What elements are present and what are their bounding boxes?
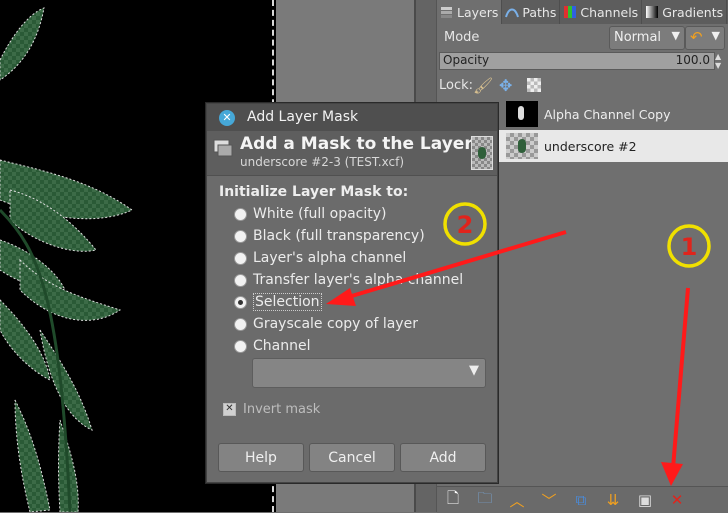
layers-icon (440, 5, 454, 19)
mode-reset-button[interactable]: ↶ ▼ (685, 26, 725, 50)
channels-icon (563, 5, 577, 19)
add-layer-mask-dialog: ✕ Add Layer Mask Add a Mask to the Layer… (206, 103, 498, 483)
merge-down-icon[interactable]: ⇊ (597, 489, 629, 511)
option-selection[interactable]: Selection (234, 291, 322, 313)
option-label: Transfer layer's alpha channel (253, 272, 464, 288)
tab-layers[interactable]: Layers (437, 0, 503, 24)
raise-layer-icon[interactable]: ︿ (501, 489, 533, 511)
layer-row-alpha-channel-copy[interactable]: Alpha Channel Copy (496, 98, 728, 130)
undo-icon: ↶ (690, 28, 703, 46)
radio-white[interactable] (234, 207, 247, 221)
layer-name: underscore #2 (544, 138, 637, 154)
dialog-heading: Add a Mask to the Layer (240, 134, 473, 154)
cancel-button[interactable]: Cancel (309, 443, 395, 472)
lock-row: Lock: 🖌 ✥ (437, 74, 728, 98)
close-icon[interactable]: ✕ (219, 110, 235, 126)
lock-alpha-icon[interactable] (527, 78, 541, 92)
layer-preview-thumbnail (471, 136, 493, 170)
dialog-title: Add Layer Mask (247, 109, 359, 125)
channel-select[interactable]: ▼ (252, 358, 486, 388)
lock-pixels-icon[interactable]: 🖌 (473, 76, 493, 95)
opacity-spinner[interactable]: ▲ ▼ (715, 52, 725, 70)
help-button[interactable]: Help (218, 443, 304, 472)
mode-value: Normal (614, 30, 662, 45)
option-label: Layer's alpha channel (253, 250, 407, 266)
new-layer-icon[interactable]: 🗋 (437, 489, 469, 511)
chevron-down-icon: ▼ (711, 29, 720, 42)
tab-channels[interactable]: Channels (560, 0, 643, 24)
dialog-titlebar[interactable]: ✕ Add Layer Mask (207, 104, 497, 131)
add-button[interactable]: Add (400, 443, 486, 472)
opacity-value: 100.0 (675, 53, 710, 67)
layer-thumbnail (506, 101, 538, 127)
option-black[interactable]: Black (full transparency) (234, 225, 425, 247)
option-grayscale[interactable]: Grayscale copy of layer (234, 313, 418, 335)
dock-tabs: Layers Paths Channels Gradients (437, 0, 728, 24)
layers-list: Alpha Channel Copy underscore #2 (496, 98, 728, 162)
duplicate-layer-icon[interactable]: ⧉ (565, 489, 597, 511)
invert-mask-toggle[interactable]: ✕ Invert mask (223, 400, 320, 418)
option-white[interactable]: White (full opacity) (234, 203, 387, 225)
radio-channel[interactable] (234, 339, 247, 353)
chevron-down-icon: ▼ (469, 363, 479, 378)
lower-layer-icon[interactable]: ﹀ (533, 489, 565, 511)
radio-grayscale[interactable] (234, 317, 247, 331)
add-mask-icon[interactable]: ▣ (629, 489, 661, 511)
radio-transfer-alpha[interactable] (234, 273, 247, 287)
layer-name: Alpha Channel Copy (544, 106, 671, 122)
option-channel[interactable]: Channel (234, 335, 310, 357)
option-label: Grayscale copy of layer (253, 316, 418, 332)
lock-label: Lock: (439, 78, 474, 93)
dialog-header: Add a Mask to the Layer underscore #2-3 … (207, 131, 497, 176)
layer-thumbnail (506, 133, 538, 159)
chevron-down-icon: ▼ (671, 29, 680, 42)
new-layer-group-icon[interactable]: 🗀 (469, 489, 501, 511)
mode-select[interactable]: Normal ▼ (609, 26, 685, 50)
layers-toolbar: 🗋 🗀 ︿ ﹀ ⧉ ⇊ ▣ ✕ (437, 486, 728, 513)
opacity-label: Opacity (443, 53, 490, 67)
radio-black[interactable] (234, 229, 247, 243)
paths-icon (505, 5, 520, 19)
lock-position-icon[interactable]: ✥ (499, 76, 512, 95)
layer-row-underscore-2[interactable]: underscore #2 (496, 130, 728, 162)
delete-layer-icon[interactable]: ✕ (661, 489, 693, 511)
option-label: White (full opacity) (253, 206, 387, 222)
tab-gradients[interactable]: Gradients (642, 0, 728, 24)
mode-label: Mode (444, 30, 480, 45)
radio-layer-alpha[interactable] (234, 251, 247, 265)
dialog-subheading: underscore #2-3 (TEST.xcf) (240, 155, 404, 169)
initialize-mask-label: Initialize Layer Mask to: (219, 184, 409, 200)
tab-paths[interactable]: Paths (502, 0, 561, 24)
opacity-slider[interactable]: Opacity 100.0 (439, 52, 715, 70)
option-label: Selection (253, 293, 322, 311)
radio-selection[interactable] (234, 295, 247, 309)
mode-row: Mode Normal ▼ ↶ ▼ (437, 26, 728, 50)
option-label: Black (full transparency) (253, 228, 425, 244)
option-transfer-alpha[interactable]: Transfer layer's alpha channel (234, 269, 463, 291)
invert-mask-label: Invert mask (243, 401, 321, 417)
layer-mask-icon (212, 137, 234, 159)
invert-mask-checkbox[interactable]: ✕ (223, 402, 236, 416)
gradients-icon (645, 5, 659, 19)
option-label: Channel (253, 338, 311, 354)
option-layer-alpha[interactable]: Layer's alpha channel (234, 247, 406, 269)
